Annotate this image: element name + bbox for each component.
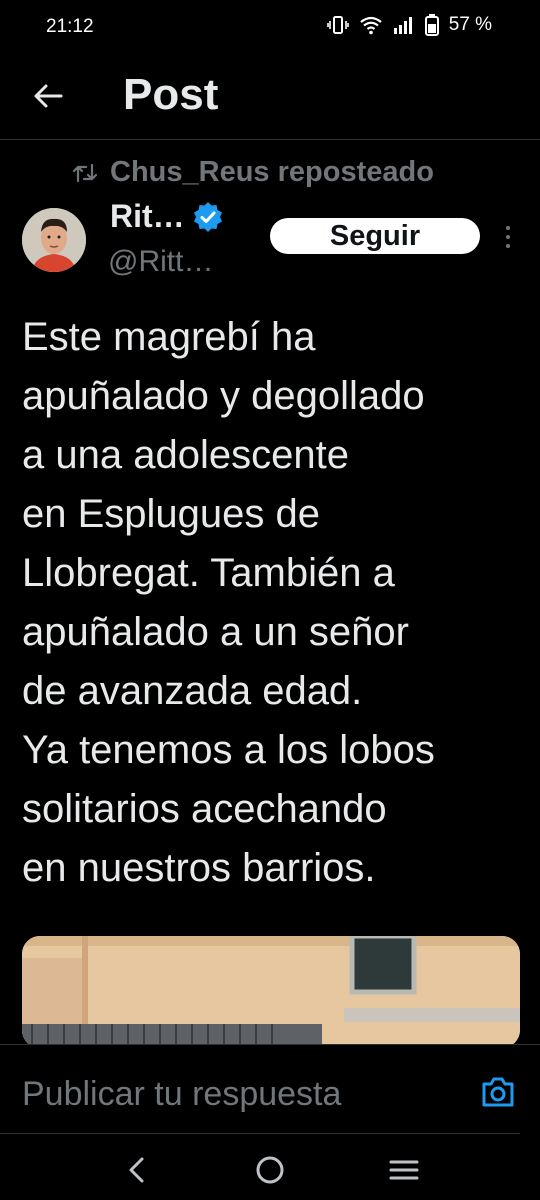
nav-back-icon (129, 1157, 144, 1183)
signal-icon (393, 15, 415, 35)
reply-input[interactable]: Publicar tu respuesta (22, 1075, 341, 1114)
vibrate-icon (326, 15, 349, 35)
author-name-block[interactable]: Rit… (110, 198, 223, 235)
reply-composer-bar: Publicar tu respuesta (0, 1044, 540, 1136)
media-photo (22, 936, 520, 1048)
nav-back-button[interactable] (116, 1152, 156, 1188)
page-title: Post (123, 70, 219, 119)
post-body-text: Este magrebí ha apuñalado y degollado a … (22, 315, 435, 890)
more-options-icon[interactable] (500, 220, 516, 254)
nav-menu-button[interactable] (384, 1152, 424, 1188)
top-app-bar: Post (0, 56, 540, 140)
post-media-image[interactable] (22, 936, 520, 1048)
camera-icon[interactable] (480, 1075, 516, 1109)
nav-home-button[interactable] (250, 1152, 290, 1188)
back-arrow-icon (34, 84, 63, 108)
post-author-row: Rit… @Ritt… Seguir (22, 198, 522, 288)
reply-divider (0, 1133, 520, 1134)
avatar-image (22, 208, 86, 272)
nav-menu-icon (389, 1160, 419, 1180)
verified-badge-icon (193, 201, 222, 232)
repost-context[interactable]: Chus_Reus reposteado (72, 156, 434, 189)
status-time: 21:12 (46, 16, 94, 37)
battery-icon (424, 14, 439, 36)
author-name: Rit… (110, 198, 185, 234)
repost-text: Chus_Reus reposteado (110, 156, 434, 188)
repost-icon (72, 163, 98, 182)
battery-percent: 57 % (448, 14, 492, 35)
system-nav-bar (0, 1136, 540, 1200)
status-bar: 21:12 57 % (0, 0, 540, 56)
nav-home-icon (256, 1156, 284, 1184)
status-icons: 57 % (326, 14, 492, 36)
follow-button[interactable]: Seguir (270, 218, 480, 254)
wifi-icon (359, 15, 383, 35)
author-handle[interactable]: @Ritt… (108, 245, 213, 279)
back-button[interactable] (28, 76, 68, 116)
avatar[interactable] (22, 208, 86, 272)
